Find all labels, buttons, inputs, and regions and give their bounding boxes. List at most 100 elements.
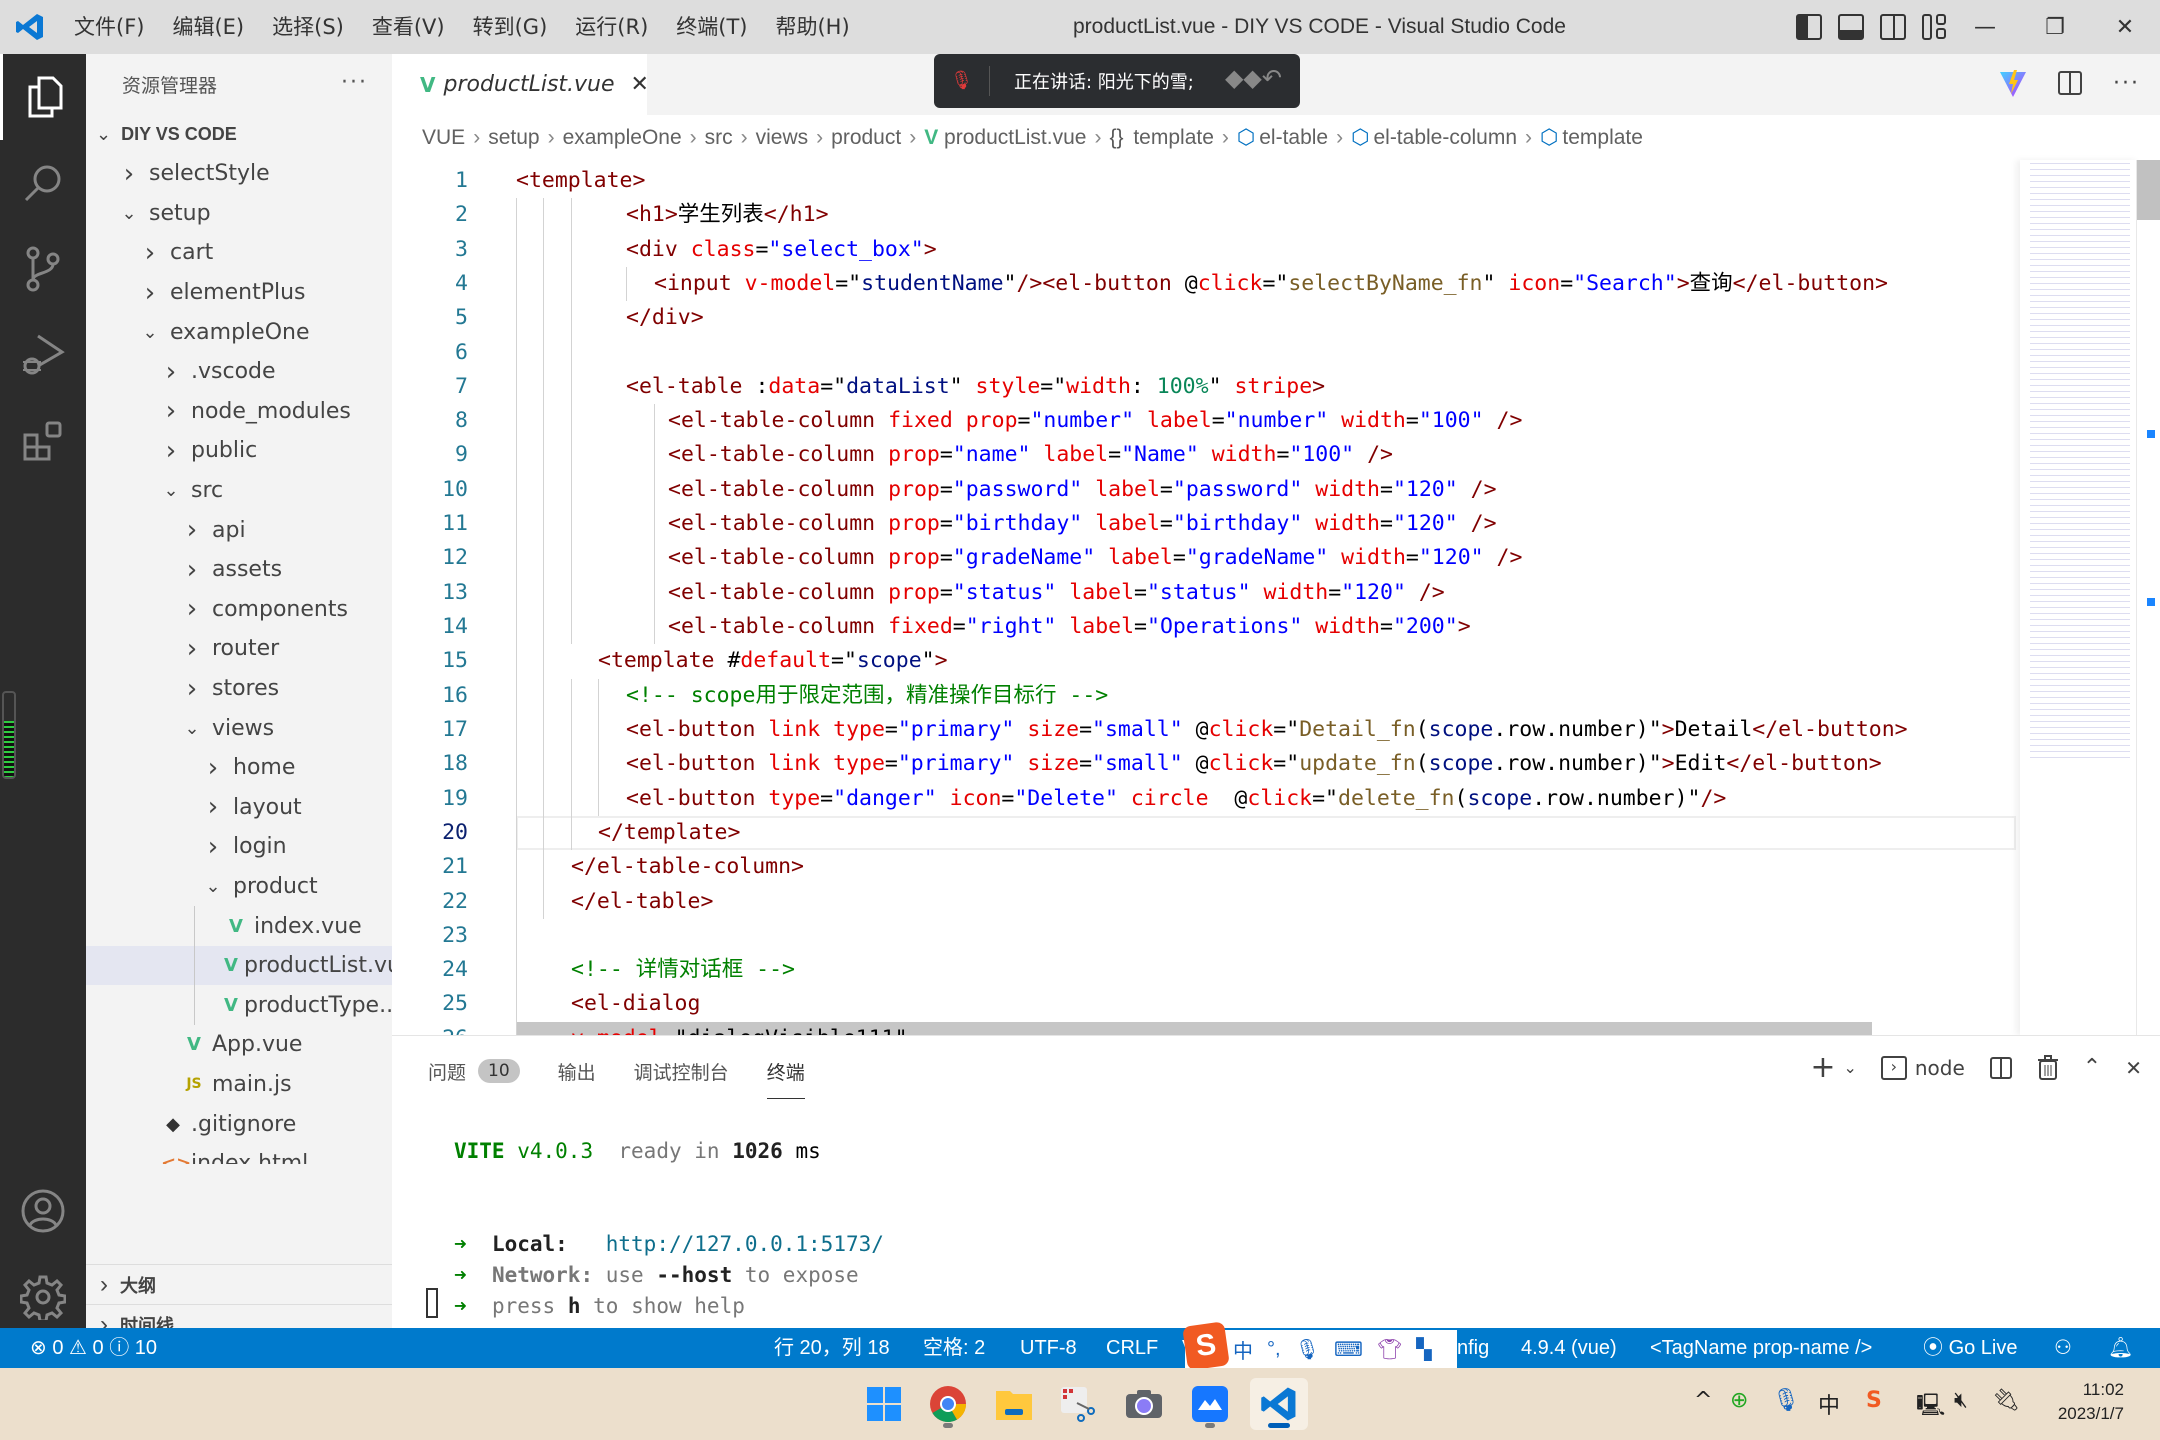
- code-line[interactable]: 16 <!-- scope用于限定范围，精准操作目标行 -->: [392, 678, 2020, 713]
- code-line[interactable]: 21 </el-table-column>: [392, 850, 2020, 885]
- breadcrumb-item[interactable]: {} template: [1109, 126, 1213, 150]
- customize-layout-icon[interactable]: [1922, 14, 1948, 40]
- code-line[interactable]: 3 <div class="select_box">: [392, 232, 2020, 267]
- run-debug-button[interactable]: [0, 312, 86, 398]
- tag-name-case[interactable]: <TagName prop-name />: [1650, 1328, 1872, 1368]
- ime-keyboard-icon[interactable]: ⌨: [1334, 1337, 1363, 1362]
- feedback-icon[interactable]: ⚇: [2054, 1328, 2072, 1368]
- panel-tab[interactable]: 问题 10: [428, 1058, 520, 1085]
- workspace-root[interactable]: ⌄ DIY VS CODE: [86, 114, 392, 154]
- tree-item[interactable]: ⌄ views: [86, 708, 392, 748]
- code-line[interactable]: 10 <el-table-column prop="password" label…: [392, 472, 2020, 508]
- menu-item[interactable]: 终端(T): [662, 0, 761, 54]
- code-line[interactable]: 17 <el-button link type="primary" size="s…: [392, 712, 2020, 748]
- panel-tab[interactable]: 输出: [558, 1058, 596, 1085]
- menu-item[interactable]: 文件(F): [60, 0, 158, 54]
- code-line[interactable]: 2 <h1>学生列表</h1>: [392, 198, 2020, 233]
- code-line[interactable]: 23: [392, 918, 2020, 954]
- source-control-button[interactable]: [0, 226, 86, 312]
- panel-tab[interactable]: 调试控制台: [634, 1058, 729, 1085]
- tree-item[interactable]: VproductType....: [86, 985, 392, 1026]
- ime-toolbox-icon[interactable]: ▚: [1416, 1337, 1431, 1362]
- tree-item[interactable]: VproductList.vue: [86, 945, 392, 986]
- tree-item[interactable]: › components: [86, 590, 392, 630]
- ime-punctuation[interactable]: °,: [1267, 1338, 1281, 1361]
- tree-item[interactable]: › api: [86, 510, 392, 550]
- tree-item[interactable]: › node_modules: [86, 392, 392, 432]
- breadcrumb-item[interactable]: setup: [488, 126, 539, 150]
- code-line[interactable]: 1 <template>: [392, 164, 2020, 198]
- accounts-button[interactable]: [0, 1168, 86, 1254]
- tree-item[interactable]: › public: [86, 431, 392, 471]
- tree-item[interactable]: › router: [86, 629, 392, 669]
- tab-productlist-vue[interactable]: V productList.vue ✕: [392, 54, 649, 115]
- breadcrumb-item[interactable]: ⬡ el-table: [1237, 125, 1328, 150]
- breadcrumb-item[interactable]: ⬡ el-table-column: [1351, 125, 1517, 150]
- tree-item[interactable]: › elementPlus: [86, 273, 392, 313]
- battery-charging-icon[interactable]: 🔌︎: [1992, 1388, 2020, 1413]
- microphone-icon[interactable]: 🎙︎: [1772, 1388, 1800, 1413]
- code-line[interactable]: 22 </el-table>: [392, 884, 2020, 919]
- code-line[interactable]: 9 <el-table-column prop="name" label="Nam…: [392, 438, 2020, 473]
- code-line[interactable]: 24 <!-- 详情对话框 -->: [392, 953, 2020, 988]
- search-button[interactable]: [0, 140, 86, 226]
- code-line[interactable]: 5 </div>: [392, 301, 2020, 336]
- breadcrumb-item[interactable]: product: [831, 126, 901, 150]
- more-actions-button[interactable]: ···: [341, 70, 368, 95]
- breadcrumb-item[interactable]: VUE: [422, 126, 465, 150]
- tree-item[interactable]: ◆ .gitignore: [86, 1104, 392, 1144]
- menu-item[interactable]: 帮助(H): [761, 0, 863, 54]
- taskbar-snipping-tool[interactable]: [1052, 1378, 1104, 1430]
- code-line[interactable]: 8 <el-table-column fixed prop="number" la…: [392, 404, 2020, 439]
- network-icon[interactable]: 🖳: [1916, 1388, 1945, 1426]
- taskbar-clock[interactable]: 11:02 2023/1/7: [2058, 1378, 2124, 1426]
- sogou-tray-icon[interactable]: S: [1866, 1388, 1882, 1413]
- menu-item[interactable]: 转到(G): [459, 0, 562, 54]
- menu-item[interactable]: 选择(S): [258, 0, 358, 54]
- tree-item[interactable]: › home: [86, 748, 392, 788]
- toggle-primary-sidebar-icon[interactable]: [1796, 14, 1822, 40]
- tree-item[interactable]: ⌄ exampleOne: [86, 312, 392, 352]
- taskbar-vscode[interactable]: [1250, 1378, 1308, 1430]
- tree-item[interactable]: › cart: [86, 233, 392, 273]
- maximize-panel-button[interactable]: ⌃: [2083, 1055, 2101, 1080]
- new-terminal-button[interactable]: +: [1810, 1050, 1835, 1085]
- code-line[interactable]: 19 <el-button type="danger" icon="Delete"…: [392, 781, 2020, 816]
- breadcrumb-item[interactable]: V productList.vue: [924, 126, 1086, 150]
- menu-item[interactable]: 编辑(E): [158, 0, 258, 54]
- tree-item[interactable]: JS main.js: [86, 1065, 392, 1105]
- volar-version[interactable]: 4.9.4 (vue): [1521, 1328, 1617, 1368]
- panel-tab[interactable]: 终端: [766, 1058, 805, 1099]
- code-line[interactable]: 11 <el-table-column prop="birthday" label…: [392, 507, 2020, 542]
- code-line[interactable]: 25 <el-dialog: [392, 987, 2020, 1022]
- tree-item[interactable]: › .vscode: [86, 352, 392, 392]
- taskbar-tencent-meeting[interactable]: [1184, 1378, 1236, 1430]
- sidebar-section-header[interactable]: › 大纲: [86, 1264, 392, 1304]
- sidebar-section-header[interactable]: › 时间线: [86, 1304, 392, 1328]
- security-app-icon[interactable]: ⊕: [1730, 1388, 1748, 1413]
- extensions-button[interactable]: [0, 398, 86, 484]
- tree-item[interactable]: › stores: [86, 669, 392, 709]
- trash-icon[interactable]: [2037, 1054, 2059, 1081]
- breadcrumb-item[interactable]: exampleOne: [563, 126, 682, 150]
- code-line[interactable]: 18 <el-button link type="primary" size="s…: [392, 747, 2020, 782]
- encoding[interactable]: UTF-8: [1020, 1328, 1077, 1368]
- ime-mode[interactable]: 中: [1233, 1335, 1253, 1364]
- tree-item[interactable]: › login: [86, 827, 392, 867]
- tree-item[interactable]: ⌄ product: [86, 867, 392, 907]
- taskbar-file-explorer[interactable]: [988, 1378, 1040, 1430]
- code-line[interactable]: 15 <template #default="scope">: [392, 644, 2020, 679]
- code-line[interactable]: 13 <el-table-column prop="status" label="…: [392, 575, 2020, 611]
- local-url-link[interactable]: http://127.0.0.1:5173/: [606, 1232, 884, 1256]
- more-editor-actions-icon[interactable]: ···: [2113, 71, 2140, 96]
- ime-voice-icon[interactable]: 🎙︎: [1295, 1337, 1320, 1362]
- vite-icon[interactable]: [1999, 68, 2027, 98]
- tree-item[interactable]: › selectStyle: [86, 154, 392, 194]
- tree-item[interactable]: V App.vue: [86, 1025, 392, 1065]
- terminal-output[interactable]: VITE v4.0.3 ready in 1026 ms ➜ Local: ht…: [454, 1136, 884, 1322]
- tray-ime-mode[interactable]: 中: [1818, 1388, 1840, 1420]
- split-editor-icon[interactable]: [2057, 70, 2083, 96]
- breadcrumb-item[interactable]: src: [705, 126, 733, 150]
- minimap[interactable]: [2020, 160, 2140, 1035]
- toggle-secondary-sidebar-icon[interactable]: [1880, 14, 1906, 40]
